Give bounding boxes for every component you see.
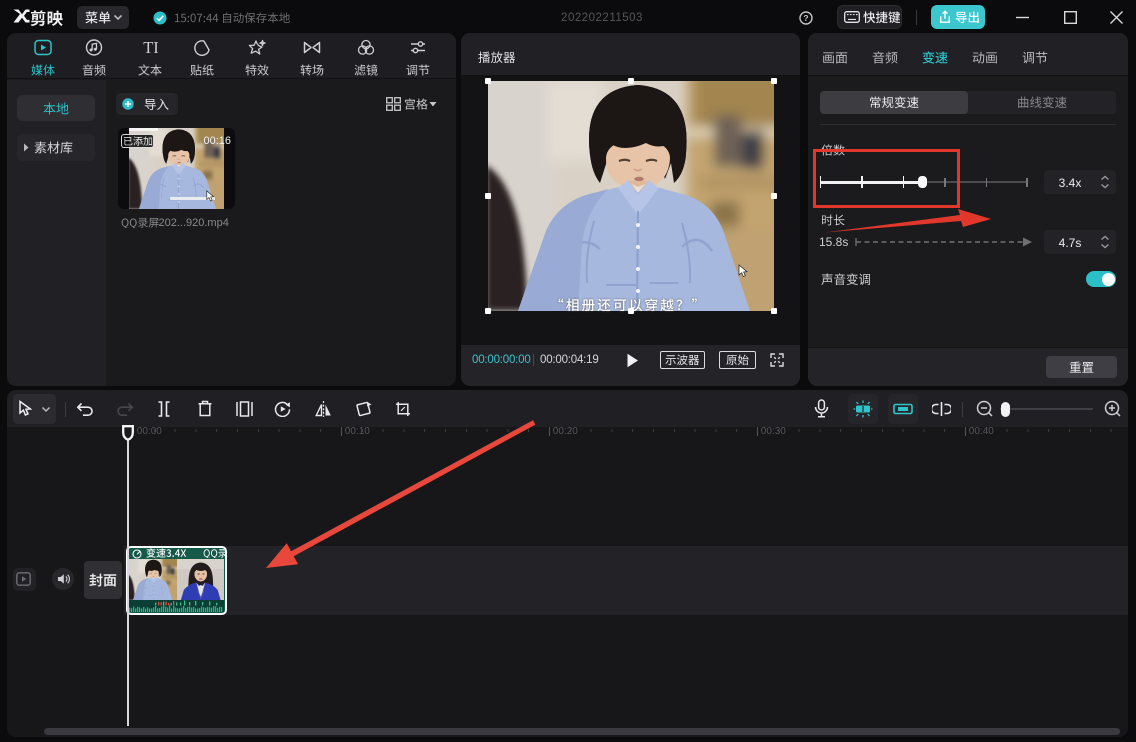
svg-text:TI: TI [143,39,159,56]
svg-text:?: ? [803,13,808,23]
